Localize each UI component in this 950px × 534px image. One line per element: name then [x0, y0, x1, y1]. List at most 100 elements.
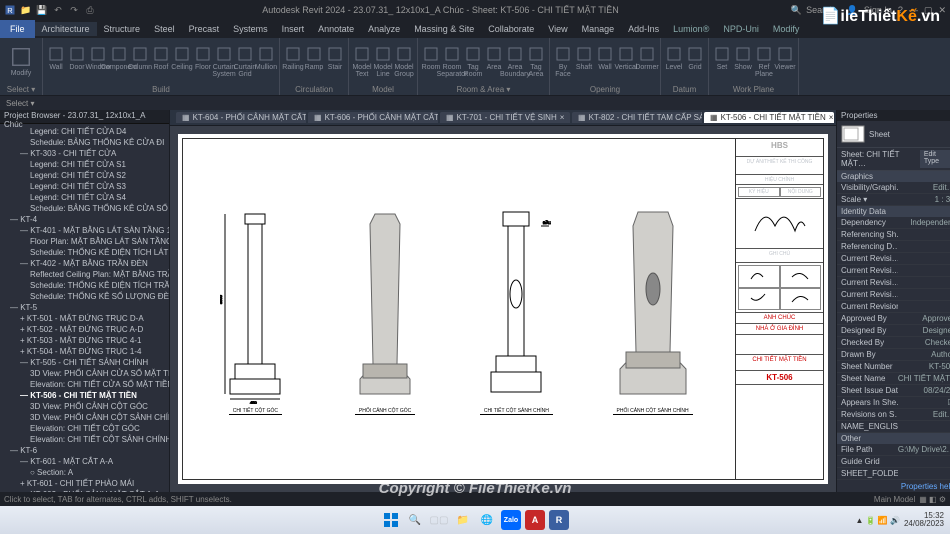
prop-row[interactable]: Referencing D… — [837, 241, 950, 253]
tree-item[interactable]: Legend: CHI TIẾT CỬA S1 — [0, 159, 169, 170]
tray-date[interactable]: 24/08/2023 — [904, 520, 944, 528]
prop-row[interactable]: Sheet Issue Date08/24/23 — [837, 385, 950, 397]
tab-lumion[interactable]: Lumion® — [666, 22, 716, 36]
sheet-view[interactable]: 3500450CHI TIẾT CỘT GÓCPHỐI CẢNH CỘT GÓC… — [178, 134, 828, 484]
prop-row[interactable]: Checked ByChecker — [837, 337, 950, 349]
project-tree[interactable]: Legend: CHI TIẾT CỬA D4Schedule: BẢNG TH… — [0, 124, 169, 492]
help-icon[interactable]: ? — [898, 5, 903, 15]
taskbar-search-icon[interactable]: 🔍 — [405, 510, 425, 530]
tab-insert[interactable]: Insert — [275, 22, 312, 36]
ribbon-stair[interactable]: Stair — [326, 46, 344, 80]
close-icon[interactable]: ✕ — [938, 5, 946, 16]
ribbon-grid[interactable]: Grid — [686, 46, 704, 80]
prop-value[interactable]: Approver — [898, 314, 950, 323]
prop-value[interactable]: G:\My Drive\2. C… — [898, 445, 950, 454]
print-icon[interactable]: ⎙ — [84, 4, 96, 16]
ribbon-column[interactable]: Column — [131, 46, 149, 80]
edit-type-button[interactable]: Edit Type — [920, 150, 950, 168]
redo-icon[interactable]: ↷ — [68, 4, 80, 16]
tab-annotate[interactable]: Annotate — [311, 22, 361, 36]
tab-view[interactable]: View — [541, 22, 574, 36]
ribbon-tag-room[interactable]: Tag Room — [464, 46, 482, 80]
tray-icons[interactable]: ▲ 🔋 📶 🔊 — [855, 516, 899, 525]
prop-row[interactable]: Current Revision — [837, 301, 950, 313]
prop-group[interactable]: Graphics — [837, 171, 950, 182]
tree-item[interactable]: + KT-503 - MẶT ĐỨNG TRỤC 4-1 — [0, 335, 169, 346]
ribbon-curtain-grid[interactable]: Curtain Grid — [236, 46, 254, 80]
drawing-viewport[interactable]: 3500450CHI TIẾT CỘT GÓC — [220, 204, 290, 415]
windows-start-icon[interactable] — [381, 510, 401, 530]
tree-item[interactable]: — KT-602 - PHỐI CẢNH MẶT CẮT A-A — [0, 489, 169, 492]
tab-systems[interactable]: Systems — [226, 22, 275, 36]
tree-item[interactable]: — KT-5 — [0, 302, 169, 313]
tab-structure[interactable]: Structure — [97, 22, 148, 36]
ribbon-room-separator[interactable]: Room Separator — [443, 46, 461, 80]
tree-item[interactable]: Elevation: CHI TIẾT CỘT SẢNH CHÍNH — [0, 434, 169, 445]
ribbon-wall[interactable]: Wall — [47, 46, 65, 80]
close-tab-icon[interactable]: × — [829, 113, 834, 122]
file-tab[interactable]: File — [0, 20, 35, 38]
prop-value[interactable]: ☑ — [898, 398, 950, 407]
minimize-icon[interactable]: — — [909, 5, 918, 15]
taskbar-autocad-icon[interactable]: A — [525, 510, 545, 530]
prop-value[interactable] — [898, 422, 950, 431]
view-tab[interactable]: ▦KT-604 - PHỐI CẢNH MẶT CẮT B-B× — [176, 112, 306, 123]
prop-row[interactable]: Current Revisi… — [837, 265, 950, 277]
tree-item[interactable]: 3D View: PHỐI CẢNH CỘT GÓC — [0, 401, 169, 412]
ribbon-area-boundary[interactable]: Area Boundary — [506, 46, 524, 80]
prop-group[interactable]: Other — [837, 433, 950, 444]
ribbon-model-line[interactable]: Model Line — [374, 46, 392, 80]
tree-item[interactable]: Schedule: THỐNG KÊ SỐ LƯỢNG ĐÈN — [0, 291, 169, 302]
tree-item[interactable]: + KT-504 - MẶT ĐỨNG TRỤC 1-4 — [0, 346, 169, 357]
view-tab[interactable]: ▦KT-606 - PHỐI CẢNH MẶT CẮT C-C× — [308, 112, 438, 123]
tab-modify[interactable]: Modify — [766, 22, 807, 36]
prop-value[interactable]: 1 : 30 — [898, 195, 950, 204]
tab-steel[interactable]: Steel — [147, 22, 182, 36]
undo-icon[interactable]: ↶ — [52, 4, 64, 16]
ribbon-tag-area[interactable]: Tag Area — [527, 46, 545, 80]
tree-item[interactable]: + KT-502 - MẶT ĐỨNG TRỤC A-D — [0, 324, 169, 335]
prop-row[interactable]: Revisions on S…Edit… — [837, 409, 950, 421]
select-label[interactable]: Select ▾ — [6, 99, 34, 108]
tree-item[interactable]: + KT-601 - CHI TIẾT PHÀO MÁI — [0, 478, 169, 489]
save-icon[interactable]: 💾 — [36, 4, 48, 16]
taskbar-revit-icon[interactable]: R — [549, 510, 569, 530]
tab-analyze[interactable]: Analyze — [361, 22, 407, 36]
prop-value[interactable] — [898, 278, 950, 287]
prop-value[interactable]: CHI TIẾT MẶT TI… — [898, 374, 950, 383]
status-icons[interactable]: ▦ ◧ ⚙ — [919, 495, 946, 504]
ribbon-roof[interactable]: Roof — [152, 46, 170, 80]
tab-massing[interactable]: Massing & Site — [407, 22, 481, 36]
ribbon-window[interactable]: Window — [89, 46, 107, 80]
prop-row[interactable]: File PathG:\My Drive\2. C… — [837, 444, 950, 456]
ribbon-wall[interactable]: Wall — [596, 46, 614, 80]
tree-item[interactable]: Schedule: BẢNG THỐNG KÊ CỬA ĐI — [0, 137, 169, 148]
ribbon-component[interactable]: Component — [110, 46, 128, 80]
prop-row[interactable]: SHEET_FOLDER — [837, 468, 950, 480]
ribbon-show[interactable]: Show — [734, 46, 752, 80]
prop-value[interactable]: Author — [898, 350, 950, 359]
tab-precast[interactable]: Precast — [182, 22, 227, 36]
signin-text[interactable]: Sign In — [864, 5, 892, 15]
prop-value[interactable]: Independent — [898, 218, 950, 227]
ribbon-railing[interactable]: Railing — [284, 46, 302, 80]
tree-item[interactable]: Legend: CHI TIẾT CỬA S3 — [0, 181, 169, 192]
ribbon-by-face[interactable]: By Face — [554, 46, 572, 80]
ribbon-mullion[interactable]: Mullion — [257, 46, 275, 80]
tree-item[interactable]: Schedule: THỐNG KÊ DIỆN TÍCH TRẦN TẦNG — [0, 280, 169, 291]
properties-help[interactable]: Properties help — [837, 480, 950, 493]
tree-item[interactable]: Schedule: THỐNG KÊ DIỆN TÍCH LÁT SÀN TẦ — [0, 247, 169, 258]
ribbon-ramp[interactable]: Ramp — [305, 46, 323, 80]
prop-row[interactable]: Scale ▾1 : 30 — [837, 194, 950, 206]
tree-item[interactable]: — KT-601 - MẶT CẮT A-A — [0, 456, 169, 467]
ribbon-set[interactable]: Set — [713, 46, 731, 80]
ribbon-modify[interactable]: Modify — [4, 46, 38, 80]
taskbar-taskview-icon[interactable]: ▢▢ — [429, 510, 449, 530]
tab-architecture[interactable]: Architecture — [35, 22, 97, 36]
prop-value[interactable] — [898, 457, 950, 466]
prop-row[interactable]: Appears In She…☑ — [837, 397, 950, 409]
prop-row[interactable]: Current Revisi… — [837, 277, 950, 289]
tree-item[interactable]: — KT-505 - CHI TIẾT SẢNH CHÍNH — [0, 357, 169, 368]
tree-item[interactable]: — KT-303 - CHI TIẾT CỬA — [0, 148, 169, 159]
ribbon-curtain-system[interactable]: Curtain System — [215, 46, 233, 80]
